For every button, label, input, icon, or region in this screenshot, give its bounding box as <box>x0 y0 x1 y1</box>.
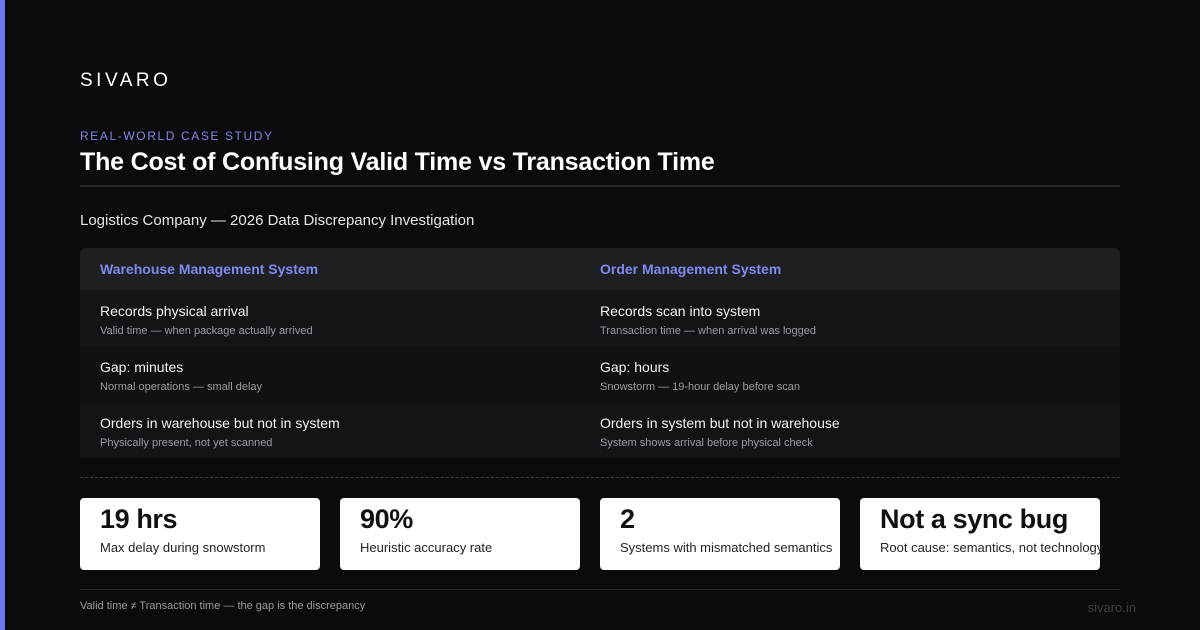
stat-label: Root cause: semantics, not technology <box>880 540 1104 555</box>
stat-value: 90% <box>360 504 413 534</box>
comparison-table: Warehouse Management System Order Manage… <box>80 248 1120 458</box>
table-row: Orders in warehouse but not in system Ph… <box>80 402 1120 458</box>
table-cell: Gap: hours Snowstorm — 19-hour delay bef… <box>580 346 1120 402</box>
stat-value: 2 <box>620 504 635 534</box>
cell-main-text: Records physical arrival <box>100 303 249 319</box>
cell-sub-text: System shows arrival before physical che… <box>600 437 813 449</box>
table-row: Gap: minutes Normal operations — small d… <box>80 346 1120 402</box>
cell-sub-text: Physically present, not yet scanned <box>100 437 273 449</box>
table-cell: Orders in warehouse but not in system Ph… <box>80 402 580 458</box>
cell-main-text: Gap: hours <box>600 359 670 375</box>
cell-sub-text: Valid time — when package actually arriv… <box>100 325 313 337</box>
table-row: Records physical arrival Valid time — wh… <box>80 290 1120 346</box>
stat-label: Systems with mismatched semantics <box>620 540 833 555</box>
stat-label: Heuristic accuracy rate <box>360 540 493 555</box>
column-header-warehouse: Warehouse Management System <box>80 248 580 290</box>
cell-main-text: Orders in system but not in warehouse <box>600 415 840 431</box>
page-subtitle: Logistics Company — 2026 Data Discrepanc… <box>80 212 475 229</box>
dashed-divider <box>80 477 1120 478</box>
table-cell: Records scan into system Transaction tim… <box>580 290 1120 346</box>
stat-value: 19 hrs <box>100 504 178 534</box>
brand-logo: SIVARO <box>80 70 172 91</box>
column-header-order: Order Management System <box>580 248 1120 290</box>
cell-main-text: Orders in warehouse but not in system <box>100 415 340 431</box>
stat-value: Not a sync bug <box>880 504 1068 534</box>
stat-label: Max delay during snowstorm <box>100 540 266 555</box>
footer-note: Valid time ≠ Transaction time — the gap … <box>80 600 366 612</box>
table-cell: Records physical arrival Valid time — wh… <box>80 290 580 346</box>
table-header: Warehouse Management System Order Manage… <box>80 248 1120 290</box>
stat-card-max-delay: 19 hrs Max delay during snowstorm <box>80 498 320 570</box>
cell-sub-text: Snowstorm — 19-hour delay before scan <box>600 381 800 393</box>
stat-card-systems: 2 Systems with mismatched semantics <box>600 498 840 570</box>
stat-card-root-cause: Not a sync bug Root cause: semantics, no… <box>860 498 1104 570</box>
cell-sub-text: Transaction time — when arrival was logg… <box>600 325 817 337</box>
cell-main-text: Gap: minutes <box>100 359 184 375</box>
stat-card-accuracy: 90% Heuristic accuracy rate <box>340 498 580 570</box>
stats-row: 19 hrs Max delay during snowstorm 90% He… <box>80 498 1120 570</box>
page-title: The Cost of Confusing Valid Time vs Tran… <box>80 148 715 176</box>
cell-main-text: Records scan into system <box>600 303 761 319</box>
table-cell: Gap: minutes Normal operations — small d… <box>80 346 580 402</box>
table-cell: Orders in system but not in warehouse Sy… <box>580 402 1120 458</box>
cell-sub-text: Normal operations — small delay <box>100 381 263 393</box>
footer-divider <box>80 589 1120 590</box>
eyebrow-label: REAL-WORLD CASE STUDY <box>80 129 274 143</box>
title-divider <box>80 185 1120 187</box>
accent-bar <box>0 0 5 630</box>
footer-url: sivaro.in <box>1087 600 1136 615</box>
